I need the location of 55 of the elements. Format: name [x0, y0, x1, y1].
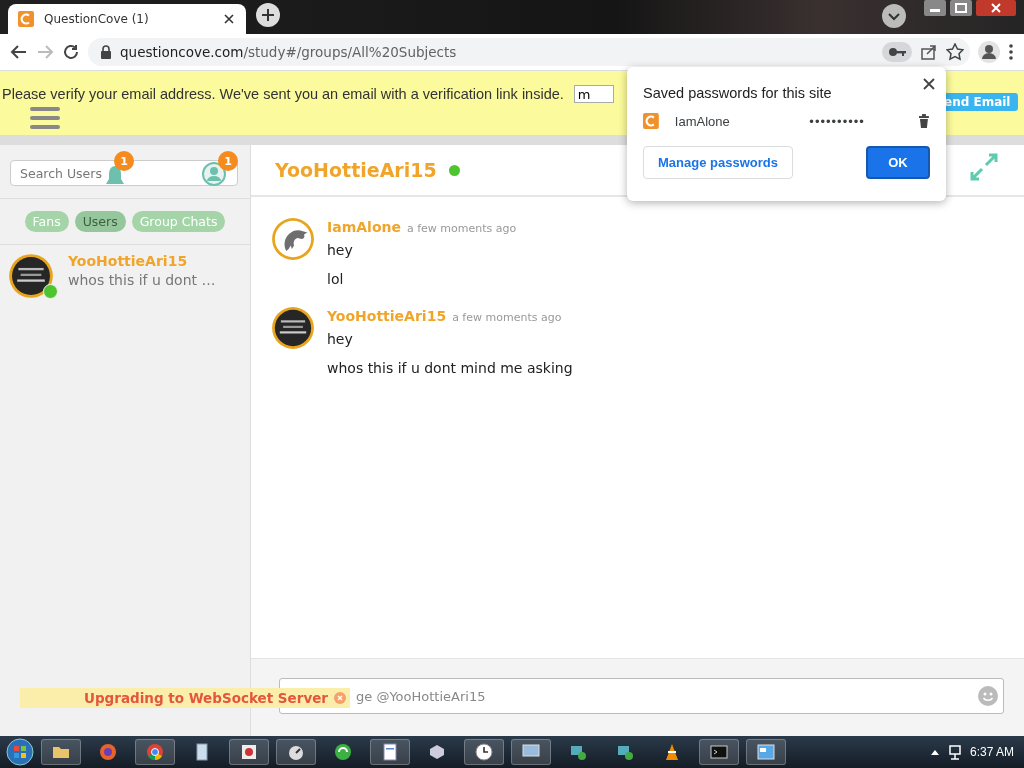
- more-icon[interactable]: [1008, 43, 1014, 61]
- message-author: IamAlone: [327, 219, 401, 235]
- globe-icon[interactable]: [98, 742, 118, 762]
- window-icon[interactable]: [756, 742, 776, 762]
- message-time: a few moments ago: [452, 311, 562, 324]
- tray-arrow-icon[interactable]: [929, 748, 940, 756]
- url-text: questioncove.com/study#/groups/All%20Subjects: [120, 44, 458, 60]
- saved-password: ••••••••••: [809, 113, 866, 129]
- key-icon[interactable]: [888, 45, 906, 59]
- logo-icon: [643, 113, 659, 129]
- terminal-icon[interactable]: [709, 742, 729, 762]
- message-preview: whos this if u dont …: [68, 272, 216, 288]
- message-time: a few moments ago: [406, 222, 517, 235]
- clock-time: 6:37 AM: [969, 745, 1014, 759]
- address-bar[interactable]: questioncove.com/study#/groups/All%20Subjects: [88, 38, 970, 66]
- document-icon[interactable]: [380, 742, 400, 762]
- dolphin-avatar-icon: [271, 217, 315, 261]
- browser-icon[interactable]: [145, 742, 165, 762]
- start-icon[interactable]: [6, 738, 34, 766]
- browser-tab[interactable]: QuestionCove (1): [8, 4, 246, 34]
- chat-title: YooHottieAri15: [275, 159, 437, 181]
- minimize-icon[interactable]: [924, 0, 946, 16]
- lock-icon: [100, 45, 112, 59]
- notification-badge: 1: [218, 151, 238, 171]
- trash-icon[interactable]: [918, 114, 930, 128]
- ok-button[interactable]: OK: [866, 146, 930, 179]
- notification-badge: 1: [114, 151, 134, 171]
- message-author: YooHottieAri15: [327, 308, 447, 324]
- popup-title: Saved passwords for this site: [643, 85, 833, 101]
- cube-icon[interactable]: [427, 742, 447, 762]
- star-icon[interactable]: [946, 43, 964, 61]
- new-tab-icon[interactable]: [256, 3, 280, 27]
- message-text: whos this if u dont mind me asking: [327, 360, 573, 377]
- back-icon[interactable]: [10, 43, 28, 61]
- refresh-icon[interactable]: [333, 742, 353, 762]
- close-icon[interactable]: [922, 77, 936, 91]
- message-text: hey: [327, 242, 354, 259]
- window-close-icon[interactable]: [976, 0, 1016, 16]
- reload-icon[interactable]: [62, 43, 80, 61]
- email-field[interactable]: m: [573, 85, 614, 103]
- close-icon[interactable]: [222, 12, 236, 26]
- manage-passwords-button[interactable]: Manage passwords: [643, 146, 793, 179]
- menu-icon[interactable]: [30, 107, 60, 129]
- profile-icon[interactable]: [978, 41, 1000, 63]
- share-icon[interactable]: [920, 43, 938, 61]
- saved-username: IamAlone: [674, 113, 731, 129]
- clock-icon[interactable]: [474, 742, 494, 762]
- verification-message: Please verify your email address. We've sent you an email with a verification link inside.: [2, 86, 564, 102]
- message-text: lol: [327, 271, 345, 288]
- tab-title: QuestionCove (1): [44, 12, 150, 26]
- filter-tab[interactable]: Users: [74, 211, 126, 232]
- maximize-icon[interactable]: [950, 0, 972, 16]
- logo-icon: [18, 11, 34, 27]
- message-text: hey: [327, 331, 354, 348]
- chevron-down-icon[interactable]: [882, 4, 906, 28]
